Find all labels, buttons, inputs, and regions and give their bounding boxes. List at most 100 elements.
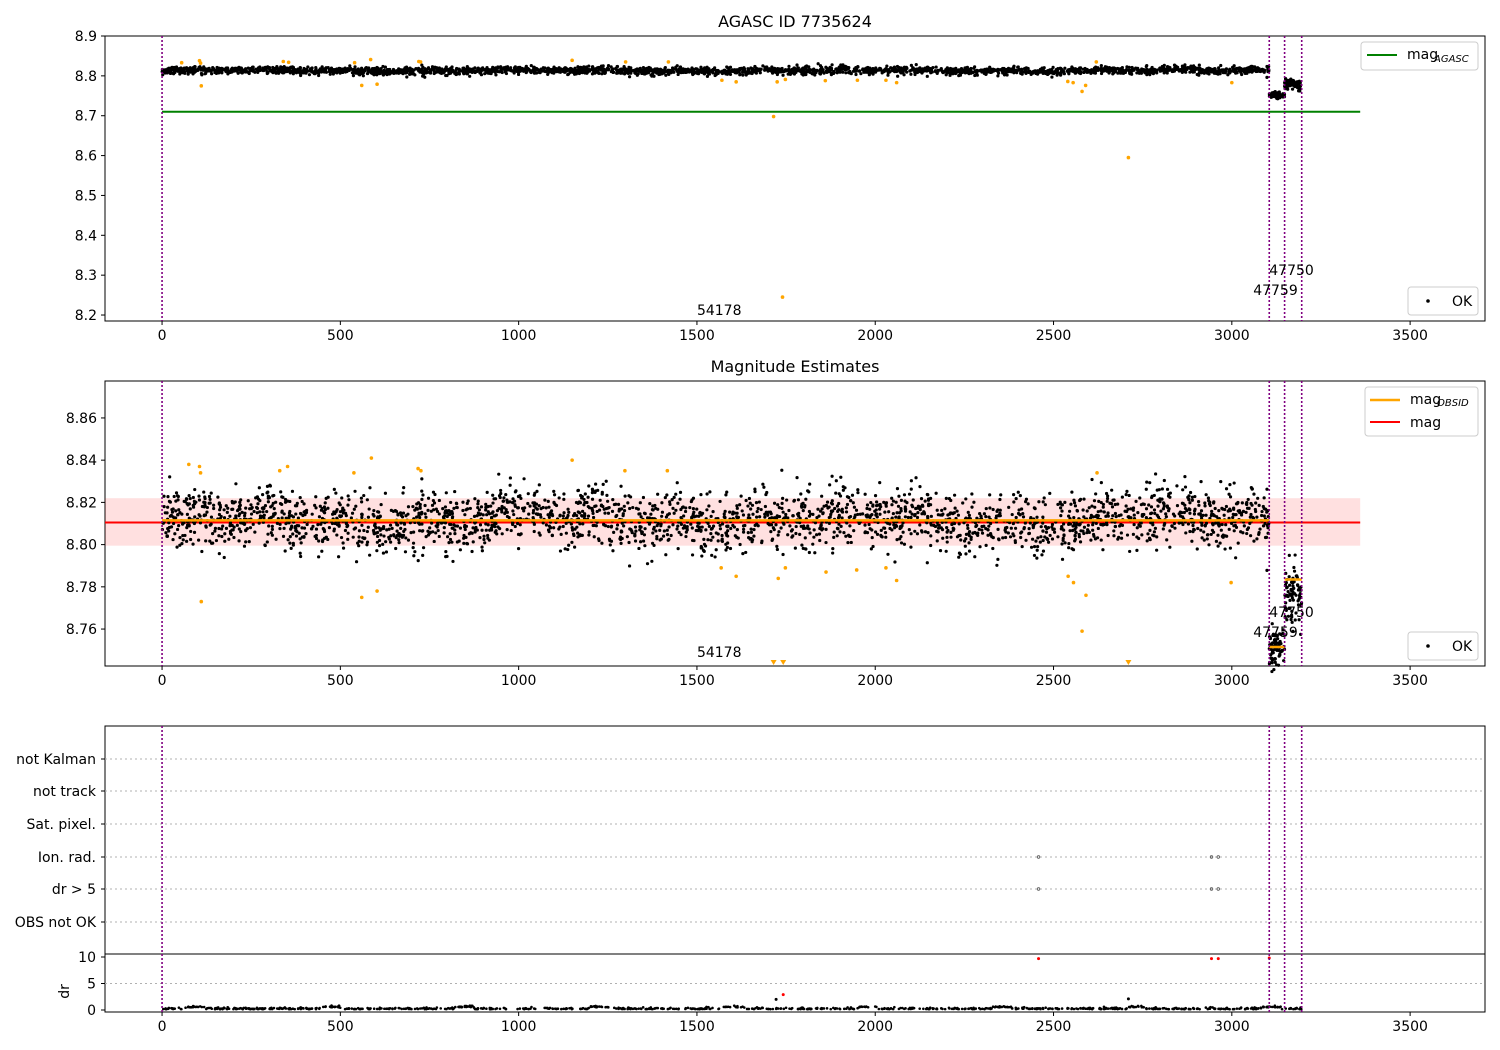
ok-point bbox=[1060, 509, 1064, 513]
ok-point bbox=[257, 521, 261, 525]
ok-point bbox=[907, 527, 911, 532]
ok-point bbox=[879, 528, 883, 532]
ok-point bbox=[830, 63, 834, 67]
ok-point bbox=[741, 524, 746, 528]
ok-point bbox=[770, 65, 774, 69]
ok-point bbox=[1005, 73, 1009, 77]
ok-point bbox=[510, 501, 515, 505]
ok-point bbox=[866, 65, 870, 70]
ok-point bbox=[1044, 70, 1048, 75]
ok-point bbox=[217, 526, 221, 531]
ok-point bbox=[485, 490, 489, 495]
ok-point bbox=[288, 509, 292, 514]
ok-point bbox=[695, 507, 699, 511]
ok-point bbox=[495, 509, 500, 513]
ok-point bbox=[205, 510, 209, 514]
ok-point bbox=[670, 498, 674, 502]
ok-point bbox=[350, 71, 355, 75]
p1-x-tick-label: 1000 bbox=[501, 328, 537, 344]
ok-point bbox=[372, 73, 376, 77]
ok-point bbox=[376, 71, 380, 75]
ok-point bbox=[989, 521, 993, 526]
ok-point bbox=[1006, 66, 1011, 70]
ok-point bbox=[358, 71, 362, 76]
p2-x-tick-label: 3000 bbox=[1214, 673, 1250, 689]
ok-point bbox=[621, 512, 625, 516]
ok-point bbox=[367, 507, 371, 511]
ok-point bbox=[289, 546, 293, 550]
ok-point bbox=[1109, 502, 1114, 506]
ok-point bbox=[1140, 67, 1144, 71]
ok-point bbox=[386, 69, 390, 73]
ok-point bbox=[606, 499, 610, 503]
ok-point bbox=[917, 67, 921, 71]
ok-point bbox=[180, 512, 184, 516]
ok-point bbox=[606, 64, 611, 68]
ok-point bbox=[957, 522, 961, 526]
ok-point bbox=[854, 72, 858, 77]
ok-point bbox=[781, 73, 785, 77]
ok-point bbox=[1119, 531, 1123, 535]
ok-point bbox=[1227, 527, 1231, 531]
ok-point bbox=[447, 67, 451, 71]
ok-point bbox=[708, 490, 712, 494]
ok-point bbox=[733, 534, 737, 538]
ok-point bbox=[1164, 512, 1168, 516]
ok-point bbox=[1131, 506, 1136, 510]
ok-point bbox=[612, 530, 616, 534]
ok-point bbox=[741, 70, 745, 74]
ok-point bbox=[517, 66, 522, 70]
ok-point bbox=[962, 69, 967, 74]
ok-point bbox=[428, 69, 432, 73]
ok-point bbox=[360, 67, 364, 71]
ok-point bbox=[453, 71, 457, 76]
ok-point bbox=[1000, 69, 1005, 74]
ok-point bbox=[688, 506, 692, 510]
ok-point bbox=[738, 503, 742, 507]
ok-point bbox=[1010, 512, 1014, 517]
ok-point bbox=[812, 528, 816, 532]
ok-point bbox=[918, 523, 922, 527]
ok-point bbox=[1147, 503, 1151, 507]
ok-point bbox=[603, 511, 607, 515]
ok-point bbox=[723, 509, 727, 513]
ok-point bbox=[678, 68, 682, 72]
outlier-point bbox=[359, 83, 364, 88]
ok-point bbox=[1162, 63, 1166, 67]
ok-point bbox=[1239, 530, 1243, 534]
ok-point bbox=[687, 70, 692, 74]
ok-point bbox=[1159, 509, 1163, 513]
ok-point bbox=[1041, 67, 1045, 71]
ok-point bbox=[453, 489, 457, 494]
ok-point bbox=[534, 502, 539, 506]
ok-point bbox=[552, 67, 556, 72]
ok-point bbox=[741, 530, 746, 534]
ok-point bbox=[1093, 505, 1097, 509]
ok-point bbox=[966, 510, 970, 514]
ok-point bbox=[366, 525, 370, 529]
ok-point bbox=[549, 510, 553, 514]
ok-point bbox=[360, 540, 364, 544]
obsid-label: 47759 bbox=[1253, 283, 1298, 299]
ok-point bbox=[251, 68, 255, 72]
ok-point bbox=[1183, 66, 1187, 70]
ok-point bbox=[583, 500, 587, 505]
ok-point bbox=[1029, 545, 1034, 549]
ok-point bbox=[185, 512, 189, 517]
ok-point bbox=[1089, 70, 1093, 74]
ok-point bbox=[735, 516, 740, 520]
ok-point bbox=[213, 529, 217, 533]
ok-point bbox=[804, 497, 808, 501]
ok-point bbox=[786, 533, 790, 537]
ok-point bbox=[980, 531, 985, 535]
ok-point bbox=[623, 494, 627, 498]
ok-point bbox=[752, 527, 756, 532]
ok-point bbox=[1203, 504, 1207, 508]
ok-point bbox=[863, 492, 867, 496]
ok-point bbox=[643, 527, 647, 531]
ok-point bbox=[197, 513, 201, 517]
ok-point bbox=[176, 67, 181, 71]
ok-point bbox=[1039, 535, 1043, 539]
ok-point bbox=[1028, 521, 1032, 525]
ok-point bbox=[239, 530, 243, 534]
